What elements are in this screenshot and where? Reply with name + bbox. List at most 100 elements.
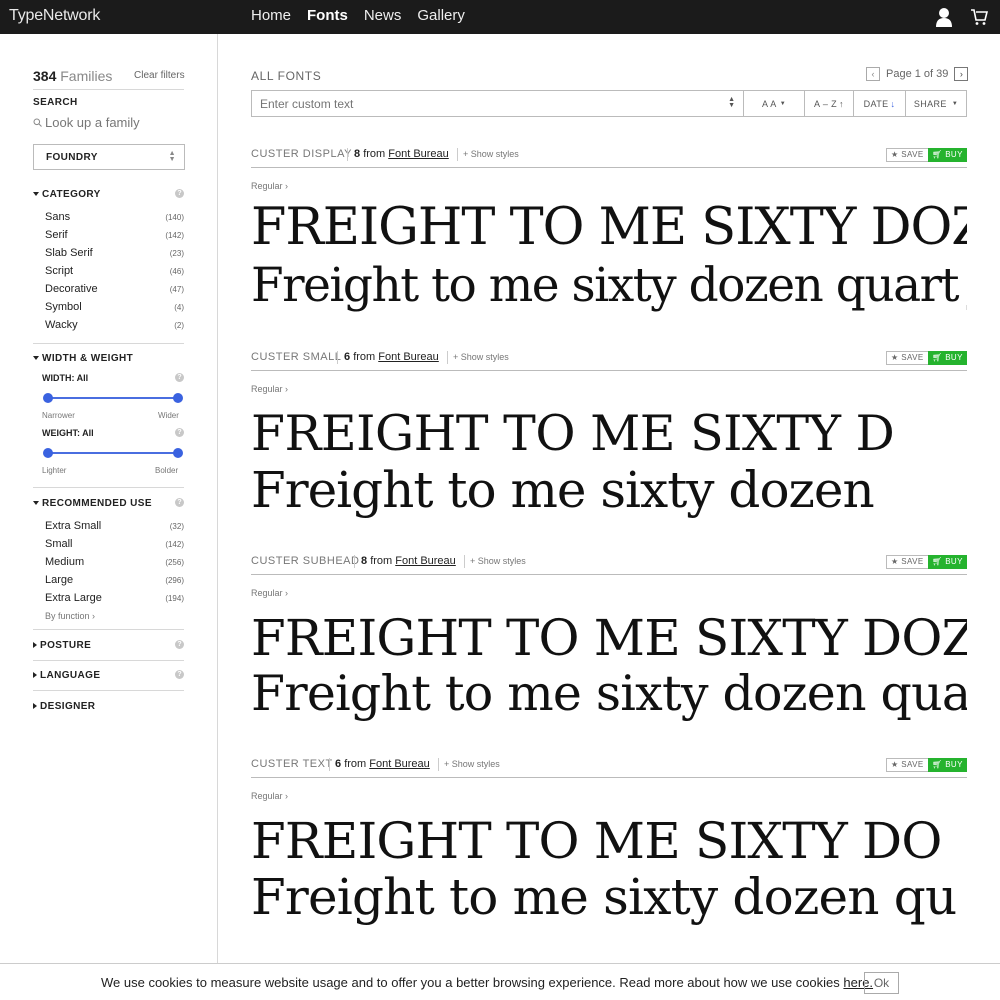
category-item-script[interactable]: Script (46) [45,265,184,283]
font-family-name[interactable]: CUSTER DISPLAY [251,148,352,160]
font-family-name[interactable]: CUSTER SUBHEAD [251,555,359,567]
help-icon[interactable]: ? [175,498,184,507]
prev-page-button[interactable]: ‹ [866,67,880,81]
style-link[interactable]: Regular › [251,791,288,801]
weight-slider-min-handle[interactable] [43,448,53,458]
cookie-ok-button[interactable]: Ok [864,972,899,994]
sort-az-button[interactable]: A – Z ↑ [805,91,854,116]
cart-icon[interactable] [970,8,988,26]
category-toggle[interactable]: CATEGORY [33,189,101,200]
font-sample-lowercase: Freight to me sixty dozen [251,461,875,519]
category-item-symbol[interactable]: Symbol (4) [45,301,184,319]
category-item-decorative[interactable]: Decorative (47) [45,283,184,301]
weight-slider[interactable] [43,448,183,458]
foundry-link[interactable]: Font Bureau [378,351,439,363]
buy-button[interactable]: 🛒︎ BUY [928,555,967,569]
search-input[interactable]: Look up a family [33,115,140,130]
category-item-wacky[interactable]: Wacky (2) [45,319,184,337]
next-page-button[interactable]: › [954,67,969,81]
custom-text-input[interactable] [252,91,743,116]
divider [33,89,184,90]
sort-date-button[interactable]: DATE ↓ [854,91,906,116]
foundry-link[interactable]: Font Bureau [395,555,456,567]
size-toggle-button[interactable]: A A ▼ [744,91,805,116]
show-styles-link[interactable]: + Show styles [470,556,526,566]
font-family-card: CUSTER SMALL 6 from Font Bureau + Show s… [251,351,967,531]
recommended-use-list: Extra Small (32) Small (142) Medium (256) L… [45,520,184,610]
divider [33,629,184,630]
divider [438,758,439,771]
width-slider[interactable] [43,393,183,403]
nav-news[interactable]: News [364,7,402,24]
save-button[interactable]: ★ SAVE [886,148,929,162]
posture-toggle[interactable]: POSTURE [33,640,91,651]
category-item-sans[interactable]: Sans (140) [45,211,184,229]
category-item-slab-serif[interactable]: Slab Serif (23) [45,247,184,265]
clear-filters-link[interactable]: Clear filters [134,70,185,81]
foundry-link[interactable]: Font Bureau [369,758,430,770]
style-link[interactable]: Regular › [251,181,288,191]
width-slider-max-handle[interactable] [173,393,183,403]
cookie-message: We use cookies to measure website usage … [101,975,874,990]
width-min-label: Narrower [42,411,75,420]
foundry-link[interactable]: Font Bureau [388,148,449,160]
style-count: 6 from Font Bureau [344,351,439,363]
width-slider-min-handle[interactable] [43,393,53,403]
recommended-item-large[interactable]: Large (296) [45,574,184,592]
save-button[interactable]: ★ SAVE [886,555,929,569]
pagination: ‹ Page 1 of 39 › [866,67,969,81]
show-styles-link[interactable]: + Show styles [453,352,509,362]
show-styles-link[interactable]: + Show styles [463,149,519,159]
width-weight-toggle[interactable]: WIDTH & WEIGHT [33,353,133,364]
show-styles-link[interactable]: + Show styles [444,759,500,769]
recommended-item-extra-large[interactable]: Extra Large (194) [45,592,184,610]
weight-min-label: Lighter [42,466,67,475]
language-toggle[interactable]: LANGUAGE [33,670,100,681]
style-count: 8 from Font Bureau [361,555,456,567]
save-button[interactable]: ★ SAVE [886,351,929,365]
help-icon[interactable]: ? [175,428,184,437]
nav-fonts[interactable]: Fonts [307,7,348,24]
search-icon [33,118,42,127]
width-max-label: Wider [158,411,179,420]
user-icon[interactable] [935,7,953,27]
buy-button[interactable]: 🛒︎ BUY [928,148,967,162]
help-icon[interactable]: ? [175,189,184,198]
top-nav-bar: TypeNetwork Home Fonts News Gallery [0,0,1000,34]
foundry-select[interactable]: FOUNDRY ▲ ▼ [33,144,185,170]
style-count: 6 from Font Bureau [335,758,430,770]
recommended-item-medium[interactable]: Medium (256) [45,556,184,574]
select-arrows-icon[interactable]: ▲ ▼ [728,96,735,109]
help-icon[interactable]: ? [175,640,184,649]
nav-home[interactable]: Home [251,7,291,24]
nav-gallery[interactable]: Gallery [417,7,465,24]
buy-button[interactable]: 🛒︎ BUY [928,758,967,772]
help-icon[interactable]: ? [175,373,184,382]
recommended-item-small[interactable]: Small (142) [45,538,184,556]
font-card-header: CUSTER DISPLAY 8 from Font Bureau + Show… [251,148,967,168]
recommended-item-extra-small[interactable]: Extra Small (32) [45,520,184,538]
help-icon[interactable]: ? [175,670,184,679]
style-link[interactable]: Regular › [251,384,288,394]
chevron-down-icon: ▼ [951,100,959,107]
save-button[interactable]: ★ SAVE [886,758,929,772]
designer-toggle[interactable]: DESIGNER [33,701,95,712]
families-count: 384 Families [33,68,113,84]
font-card-header: CUSTER SMALL 6 from Font Bureau + Show s… [251,351,967,371]
style-link[interactable]: Regular › [251,588,288,598]
share-button[interactable]: SHARE ▼ [906,91,966,116]
by-function-link[interactable]: By function › [45,611,95,621]
category-item-serif[interactable]: Serif (142) [45,229,184,247]
category-list: Sans (140) Serif (142) Slab Serif (23) Scri… [45,211,184,337]
font-sample-uppercase: FREIGHT TO ME SIXTY DOZ [251,610,967,666]
font-toolbar: ▲▼ A A▼ A – Z↑ DATE↓ SHARE▼ [251,90,967,117]
font-card-header: CUSTER TEXT 6 from Font Bureau + Show st… [251,758,967,778]
star-icon: ★ [891,150,899,159]
font-family-name[interactable]: CUSTER TEXT [251,758,333,770]
weight-slider-max-handle[interactable] [173,448,183,458]
star-icon: ★ [891,760,899,769]
buy-button[interactable]: 🛒︎ BUY [928,351,967,365]
recommended-use-toggle[interactable]: RECOMMENDED USE [33,498,152,509]
font-family-name[interactable]: CUSTER SMALL [251,351,341,363]
typenetwork-logo[interactable]: TypeNetwork [9,7,100,25]
